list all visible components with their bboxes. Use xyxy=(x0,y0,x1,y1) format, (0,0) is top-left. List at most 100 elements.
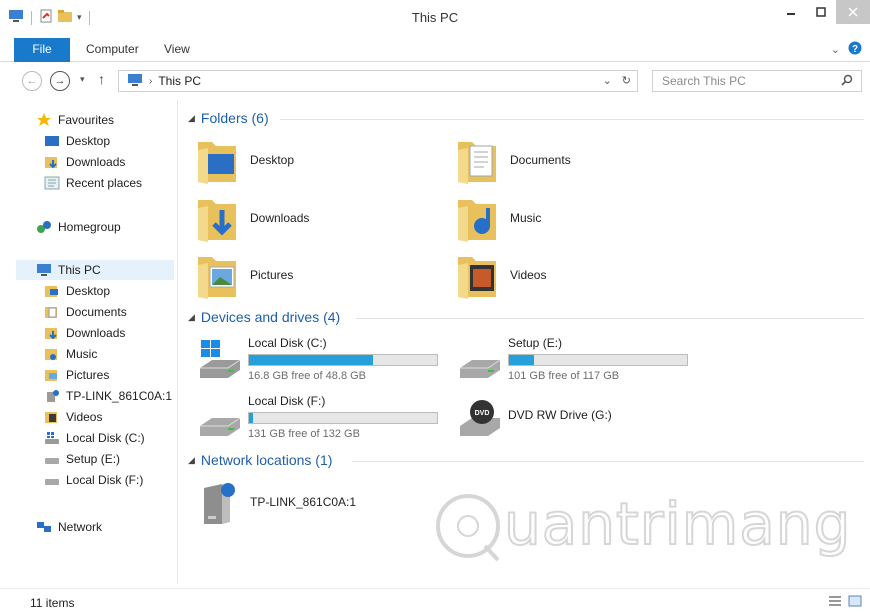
folder-pictures[interactable]: Pictures xyxy=(196,251,293,299)
drive-local-disk-c[interactable]: Local Disk (C:) 16.8 GB free of 48.8 GB xyxy=(198,336,448,386)
ribbon-controls: ⌄ ? xyxy=(831,41,862,58)
refresh-icon[interactable]: ↻ xyxy=(622,74,631,87)
address-controls: ⌄ ↻ xyxy=(603,74,631,87)
search-placeholder: Search This PC xyxy=(662,74,746,88)
nav-item-videos[interactable]: Videos xyxy=(44,407,102,427)
drive-setup-e[interactable]: Setup (E:) 101 GB free of 117 GB xyxy=(458,336,708,386)
content-pane: ◢ Folders (6) Desktop Documents Download… xyxy=(180,100,870,584)
network-drive-icon xyxy=(204,483,235,524)
nav-homegroup[interactable]: Homegroup xyxy=(36,217,121,237)
svg-text:?: ? xyxy=(852,44,858,55)
recent-locations-icon[interactable]: ▾ xyxy=(80,74,85,85)
tab-computer[interactable]: Computer xyxy=(86,42,139,56)
drive-free-space: 16.8 GB free of 48.8 GB xyxy=(248,370,367,382)
nav-item-desktop[interactable]: Desktop xyxy=(44,281,110,301)
nav-label: This PC xyxy=(58,263,101,277)
nav-item-local-disk-f[interactable]: Local Disk (F:) xyxy=(44,470,143,490)
breadcrumb-this-pc[interactable]: This PC xyxy=(158,74,201,88)
group-header-folders[interactable]: ◢ Folders (6) xyxy=(188,110,269,126)
window-title: This PC xyxy=(411,10,459,25)
folder-music[interactable]: Music xyxy=(456,194,541,242)
up-arrow-icon[interactable]: ↑ xyxy=(98,71,105,87)
tab-file[interactable]: File xyxy=(14,38,70,62)
forward-button[interactable]: → xyxy=(50,71,70,91)
network-location-tp-link[interactable]: TP-LINK_861C0A:1 xyxy=(198,478,356,526)
expand-ribbon-icon[interactable]: ⌄ xyxy=(831,43,840,56)
group-header-devices[interactable]: ◢ Devices and drives (4) xyxy=(188,309,340,325)
minimize-button[interactable] xyxy=(776,0,806,24)
nav-item-documents[interactable]: Documents xyxy=(44,302,127,322)
nav-label: Documents xyxy=(66,305,127,319)
title-bar: ▾ This PC xyxy=(0,0,870,34)
details-view-icon[interactable] xyxy=(828,595,842,610)
homegroup-icon xyxy=(36,220,52,234)
status-bar: 11 items xyxy=(0,588,870,615)
forward-arrow-icon: → xyxy=(54,75,66,87)
search-icon[interactable] xyxy=(841,74,853,89)
music-folder-icon xyxy=(458,200,496,242)
breadcrumb-chevron-icon[interactable]: › xyxy=(149,76,152,87)
nav-label: Favourites xyxy=(58,113,115,127)
group-header-network[interactable]: ◢ Network locations (1) xyxy=(188,452,332,468)
nav-item-downloads[interactable]: Downloads xyxy=(44,323,125,343)
address-field[interactable]: › This PC ⌄ ↻ xyxy=(118,70,638,92)
back-arrow-icon: ← xyxy=(26,75,38,87)
group-title: Network locations (1) xyxy=(200,452,333,468)
videos-folder-icon xyxy=(44,410,60,424)
group-title: Folders (6) xyxy=(200,110,269,126)
nav-label: Videos xyxy=(66,410,103,424)
group-divider xyxy=(280,119,864,120)
this-pc-icon xyxy=(127,73,143,90)
hard-drive-icon xyxy=(460,359,501,378)
nav-label: Homegroup xyxy=(58,220,121,234)
view-buttons xyxy=(828,595,862,610)
search-input[interactable]: Search This PC xyxy=(652,70,862,92)
address-dropdown-icon[interactable]: ⌄ xyxy=(603,74,612,87)
drive-usage-bar xyxy=(248,412,438,424)
drive-label: Setup (E:) xyxy=(508,336,563,350)
folder-desktop[interactable]: Desktop xyxy=(196,136,294,184)
nav-item-downloads[interactable]: Downloads xyxy=(44,152,125,172)
nav-item-network-location[interactable]: TP-LINK_861C0A:1 xyxy=(44,386,172,406)
folder-downloads[interactable]: Downloads xyxy=(196,194,309,242)
nav-label: Downloads xyxy=(66,326,126,340)
drive-local-disk-f[interactable]: Local Disk (F:) 131 GB free of 132 GB xyxy=(198,394,448,444)
svg-text:DVD: DVD xyxy=(475,410,490,417)
item-count: 11 items xyxy=(30,596,75,610)
nav-item-desktop[interactable]: Desktop xyxy=(44,131,110,151)
nav-item-setup-e[interactable]: Setup (E:) xyxy=(44,449,120,469)
nav-network[interactable]: Network xyxy=(36,517,102,537)
drive-label: Local Disk (F:) xyxy=(248,394,326,408)
tab-view[interactable]: View xyxy=(164,42,190,56)
drive-dvd-g[interactable]: DVD DVD RW Drive (G:) xyxy=(458,394,708,444)
drive-usage-bar xyxy=(248,354,438,366)
nav-item-recent-places[interactable]: Recent places xyxy=(44,173,142,193)
folder-videos[interactable]: Videos xyxy=(456,251,546,299)
documents-folder-icon xyxy=(44,305,60,319)
back-button[interactable]: ← xyxy=(22,71,42,91)
system-drive-icon xyxy=(44,431,60,445)
nav-favourites[interactable]: Favourites xyxy=(36,110,114,130)
nav-label: Desktop xyxy=(66,134,111,148)
drive-usage-fill xyxy=(249,355,374,365)
nav-this-pc[interactable]: This PC xyxy=(16,260,174,280)
videos-folder-icon xyxy=(458,257,496,299)
folder-label: Downloads xyxy=(250,211,310,225)
system-drive-icon xyxy=(200,340,241,378)
large-icons-view-icon[interactable] xyxy=(848,595,862,610)
maximize-icon xyxy=(816,7,826,17)
collapse-arrow-icon: ◢ xyxy=(188,311,195,322)
minimize-icon xyxy=(787,13,795,15)
maximize-button[interactable] xyxy=(806,0,836,24)
nav-label: Desktop xyxy=(66,284,111,298)
network-location-label: TP-LINK_861C0A:1 xyxy=(250,495,357,509)
nav-item-local-disk-c[interactable]: Local Disk (C:) xyxy=(44,428,145,448)
help-icon[interactable]: ? xyxy=(848,41,862,58)
desktop-folder-icon xyxy=(44,284,60,298)
desktop-folder-icon xyxy=(198,142,236,184)
close-button[interactable] xyxy=(836,0,870,24)
nav-item-pictures[interactable]: Pictures xyxy=(44,365,109,385)
nav-item-music[interactable]: Music xyxy=(44,344,97,364)
folder-documents[interactable]: Documents xyxy=(456,136,571,184)
downloads-folder-icon xyxy=(44,326,60,340)
